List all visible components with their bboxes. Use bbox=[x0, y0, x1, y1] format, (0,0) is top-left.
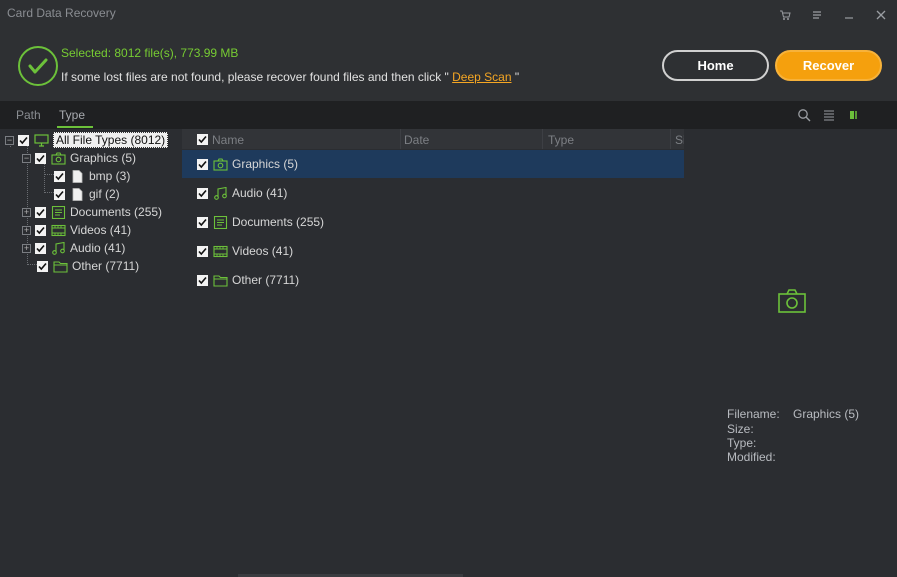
column-separator[interactable] bbox=[542, 129, 543, 149]
column-separator[interactable] bbox=[670, 129, 671, 149]
checkbox[interactable] bbox=[54, 188, 65, 200]
monitor-icon bbox=[34, 133, 49, 147]
tree-item-all[interactable]: − All File Types (8012) bbox=[5, 131, 169, 149]
deep-scan-link[interactable]: Deep Scan bbox=[452, 70, 511, 84]
list-item-label: Videos (41) bbox=[232, 244, 294, 258]
filename-label: Filename: bbox=[727, 407, 780, 421]
tree-connector bbox=[44, 174, 54, 175]
tree-item-graphics[interactable]: − Graphics (5) bbox=[22, 149, 136, 167]
list-item-other[interactable]: Other (7711) bbox=[182, 266, 684, 294]
list-item-graphics[interactable]: Graphics (5) bbox=[182, 150, 684, 178]
checkbox[interactable] bbox=[35, 152, 46, 164]
list-view-icon[interactable] bbox=[822, 108, 836, 122]
list-item-label: Documents (255) bbox=[232, 215, 325, 229]
tree-item-videos[interactable]: + Videos (41) bbox=[22, 221, 131, 239]
app-title: Card Data Recovery bbox=[7, 6, 116, 20]
minimize-icon[interactable] bbox=[833, 4, 865, 26]
tree-connector bbox=[27, 264, 37, 265]
expand-icon[interactable]: + bbox=[22, 243, 31, 253]
selected-summary: Selected: 8012 file(s), 773.99 MB bbox=[61, 46, 239, 60]
column-name[interactable]: Name bbox=[212, 133, 244, 147]
file-icon bbox=[70, 187, 85, 201]
file-list: Name Date Type Si Graphics (5) Audio (41… bbox=[182, 129, 686, 577]
recover-button[interactable]: Recover bbox=[775, 50, 882, 81]
list-item-videos[interactable]: Videos (41) bbox=[182, 237, 684, 265]
tree-item-label: gif (2) bbox=[89, 187, 120, 201]
camera-icon bbox=[213, 157, 228, 171]
tree-item-audio[interactable]: + Audio (41) bbox=[22, 239, 125, 257]
filename-value: Graphics (5) bbox=[793, 407, 860, 421]
checkbox[interactable] bbox=[35, 206, 46, 218]
home-button[interactable]: Home bbox=[662, 50, 769, 81]
column-separator[interactable] bbox=[400, 129, 401, 149]
window-controls bbox=[769, 4, 897, 26]
preview-view-icon[interactable] bbox=[848, 108, 862, 122]
modified-label: Modified: bbox=[727, 450, 776, 464]
close-icon[interactable] bbox=[865, 4, 897, 26]
document-icon bbox=[51, 205, 66, 219]
video-icon bbox=[213, 245, 228, 258]
cart-icon[interactable] bbox=[769, 4, 801, 26]
checkbox[interactable] bbox=[197, 274, 208, 286]
expand-icon[interactable]: + bbox=[22, 207, 31, 217]
camera-icon bbox=[778, 289, 806, 313]
active-tab-indicator bbox=[57, 126, 93, 128]
list-item-documents[interactable]: Documents (255) bbox=[182, 208, 684, 236]
tree-item-label: Audio (41) bbox=[70, 241, 126, 255]
preview-panel: Filename: Graphics (5) Size: Type: Modif… bbox=[684, 129, 897, 577]
type-label: Type: bbox=[727, 436, 757, 450]
tab-bar: Path Type bbox=[0, 101, 897, 129]
hint-message: If some lost files are not found, please… bbox=[61, 70, 519, 84]
tree-item-bmp[interactable]: bmp (3) bbox=[54, 167, 130, 185]
hint-suffix: " bbox=[511, 70, 520, 84]
document-icon bbox=[213, 215, 228, 229]
tab-type[interactable]: Type bbox=[59, 108, 85, 122]
tree-item-documents[interactable]: + Documents (255) bbox=[22, 203, 162, 221]
column-date[interactable]: Date bbox=[404, 133, 429, 147]
checkbox[interactable] bbox=[197, 216, 208, 228]
camera-icon bbox=[51, 151, 66, 165]
tree-item-label: Videos (41) bbox=[70, 223, 132, 237]
tree-item-label: Graphics (5) bbox=[70, 151, 137, 165]
expand-icon[interactable]: + bbox=[22, 225, 31, 235]
hint-prefix: If some lost files are not found, please… bbox=[61, 70, 453, 84]
folder-icon bbox=[53, 260, 68, 273]
tree-item-label: bmp (3) bbox=[89, 169, 131, 183]
select-all-checkbox[interactable] bbox=[197, 134, 208, 145]
file-type-tree: − All File Types (8012) − Graphics (5) b… bbox=[0, 129, 182, 577]
music-icon bbox=[213, 186, 228, 200]
tree-item-gif[interactable]: gif (2) bbox=[54, 185, 120, 203]
search-icon[interactable] bbox=[797, 108, 811, 122]
tree-item-other[interactable]: Other (7711) bbox=[37, 257, 139, 275]
checkbox[interactable] bbox=[35, 224, 46, 236]
list-item-label: Other (7711) bbox=[232, 273, 300, 287]
checkbox[interactable] bbox=[18, 134, 29, 146]
checkbox[interactable] bbox=[197, 187, 208, 199]
check-circle-icon bbox=[18, 46, 58, 86]
music-icon bbox=[51, 241, 66, 255]
video-icon bbox=[51, 224, 66, 237]
list-item-audio[interactable]: Audio (41) bbox=[182, 179, 684, 207]
tab-path[interactable]: Path bbox=[16, 108, 41, 122]
checkbox[interactable] bbox=[54, 170, 65, 182]
list-header: Name Date Type Si bbox=[182, 129, 686, 149]
column-type[interactable]: Type bbox=[548, 133, 574, 147]
tree-connector bbox=[44, 192, 54, 193]
collapse-icon[interactable]: − bbox=[5, 135, 14, 145]
list-item-label: Graphics (5) bbox=[232, 157, 299, 171]
tree-item-label: Documents (255) bbox=[70, 205, 163, 219]
list-item-label: Audio (41) bbox=[232, 186, 288, 200]
collapse-icon[interactable]: − bbox=[22, 153, 31, 163]
file-icon bbox=[70, 169, 85, 183]
size-label: Size: bbox=[727, 422, 754, 436]
menu-icon[interactable] bbox=[801, 4, 833, 26]
checkbox[interactable] bbox=[37, 260, 48, 272]
header: Card Data Recovery Selected: 8012 file(s… bbox=[0, 0, 897, 101]
folder-icon bbox=[213, 274, 228, 287]
checkbox[interactable] bbox=[35, 242, 46, 254]
tree-item-label: Other (7711) bbox=[72, 259, 140, 273]
checkbox[interactable] bbox=[197, 245, 208, 257]
tree-item-label: All File Types (8012) bbox=[53, 132, 169, 148]
checkbox[interactable] bbox=[197, 158, 208, 170]
